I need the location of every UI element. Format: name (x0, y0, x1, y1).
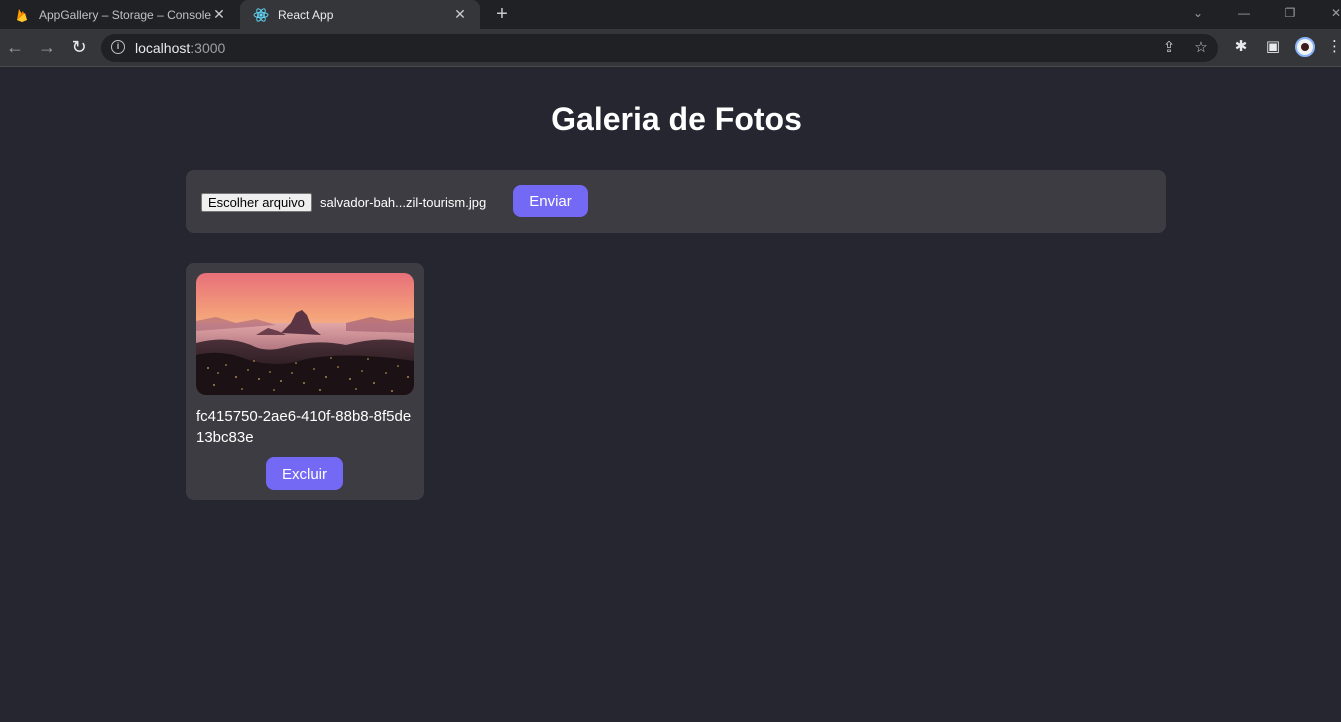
photo-name: fc415750-2ae6-410f-88b8-8f5de13bc83e (196, 408, 412, 446)
close-tab-icon[interactable]: ✕ (452, 6, 468, 22)
tab-title: AppGallery – Storage – Console do Fireba… (39, 7, 211, 22)
restore-icon[interactable]: ❐ (1270, 0, 1310, 29)
extensions-icon[interactable]: ✱ (1231, 37, 1251, 57)
selected-file-name: salvador-bah...zil-tourism.jpg (320, 195, 487, 210)
tab-search-icon[interactable]: ⌄ (1178, 0, 1218, 29)
bookmark-star-icon[interactable]: ☆ (1192, 39, 1210, 57)
menu-icon[interactable]: ⋮ (1327, 37, 1341, 57)
react-icon (253, 7, 269, 22)
browser-tab-bar: AppGallery – Storage – Console do Fireba… (0, 0, 1341, 29)
delete-button[interactable]: Excluir (266, 457, 343, 490)
site-info-icon[interactable]: i (111, 40, 125, 54)
tab-appgallery[interactable]: AppGallery – Storage – Console do Fireba… (0, 0, 239, 29)
profile-avatar[interactable] (1295, 37, 1315, 57)
firebase-icon (17, 8, 27, 22)
photo-card: fc415750-2ae6-410f-88b8-8f5de13bc83e Exc… (186, 263, 424, 500)
tab-title: React App (278, 7, 334, 22)
close-tab-icon[interactable]: ✕ (211, 6, 227, 22)
address-bar[interactable]: i localhost:3000 ⇪ ☆ (101, 34, 1218, 62)
back-icon[interactable]: ← (3, 35, 27, 59)
send-button[interactable]: Enviar (513, 185, 588, 217)
close-window-icon[interactable]: ✕ (1316, 0, 1341, 29)
new-tab-icon[interactable]: + (492, 4, 512, 24)
tab-react-app[interactable]: React App ✕ (240, 0, 480, 29)
forward-icon[interactable]: → (35, 35, 59, 59)
share-icon[interactable]: ⇪ (1160, 39, 1178, 57)
choose-file-button[interactable]: Escolher arquivo (201, 193, 312, 212)
reload-icon[interactable]: ↻ (67, 35, 91, 59)
upload-form: Escolher arquivo salvador-bah...zil-tour… (186, 170, 1166, 233)
url-text: localhost:3000 (135, 40, 226, 56)
minimize-icon[interactable]: — (1224, 0, 1264, 29)
browser-toolbar: ← → ↻ i localhost:3000 ⇪ ☆ ✱ ▣ ⋮ (0, 29, 1341, 67)
page-title: Galeria de Fotos (551, 101, 802, 137)
photo-thumbnail (196, 273, 414, 395)
side-panel-icon[interactable]: ▣ (1263, 37, 1283, 57)
sunset-landscape-image (196, 273, 414, 395)
